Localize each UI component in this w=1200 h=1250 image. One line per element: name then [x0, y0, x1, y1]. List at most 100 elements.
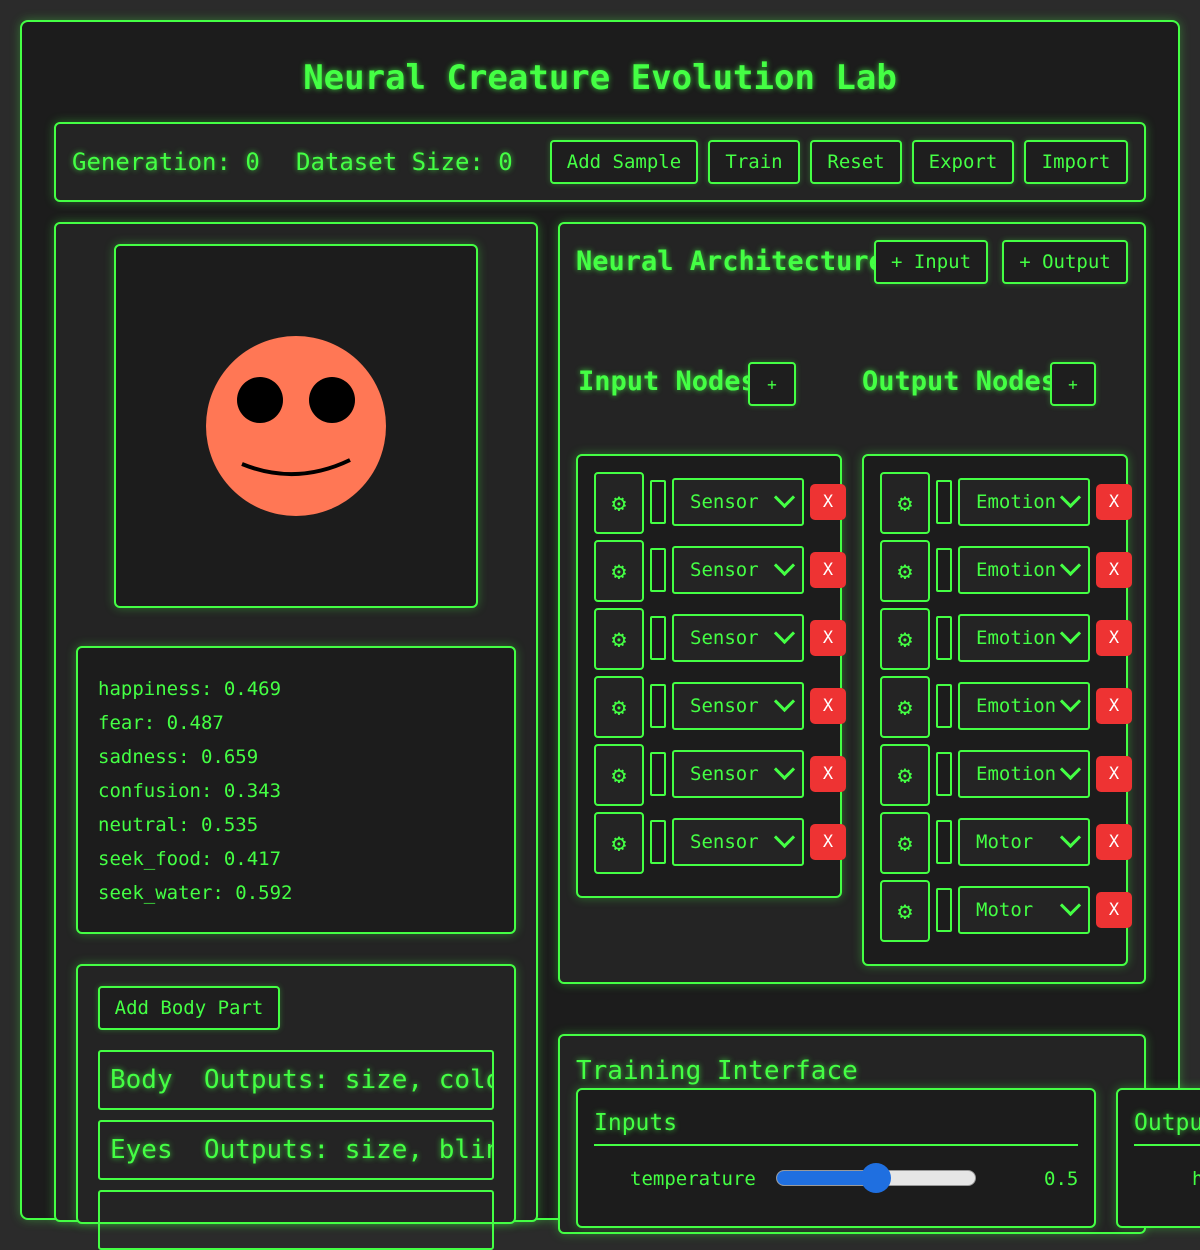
- generation-counter: Generation: 0: [72, 148, 260, 176]
- export-button[interactable]: Export: [912, 140, 1014, 184]
- input-nodes-title: Input Nodes: [578, 366, 757, 397]
- add-input-button[interactable]: + Input: [874, 240, 988, 284]
- body-part-row[interactable]: [98, 1190, 494, 1250]
- slider-value: 0.5: [1044, 1168, 1079, 1190]
- input-node-type-select[interactable]: Sensor: [672, 478, 804, 526]
- chevron-down-icon: [773, 758, 796, 781]
- node-activation-bar: [650, 820, 666, 864]
- remove-node-button[interactable]: X: [810, 756, 846, 792]
- remove-node-button[interactable]: X: [1096, 620, 1132, 656]
- node-settings-gear-icon[interactable]: ⚙: [594, 472, 644, 534]
- output-node-type-select[interactable]: Emotion: [958, 478, 1090, 526]
- emotion-value: confusion: 0.343: [98, 780, 282, 802]
- input-node-type-select[interactable]: Sensor: [672, 546, 804, 594]
- node-settings-gear-icon[interactable]: ⚙: [880, 608, 930, 670]
- remove-node-button[interactable]: X: [1096, 892, 1132, 928]
- remove-node-button[interactable]: X: [1096, 824, 1132, 860]
- node-settings-gear-icon[interactable]: ⚙: [880, 676, 930, 738]
- node-settings-gear-icon[interactable]: ⚙: [880, 812, 930, 874]
- emotion-value: neutral: 0.535: [98, 814, 259, 836]
- node-activation-bar: [650, 616, 666, 660]
- remove-node-button[interactable]: X: [810, 484, 846, 520]
- node-settings-gear-icon[interactable]: ⚙: [880, 880, 930, 942]
- remove-node-button[interactable]: X: [1096, 484, 1132, 520]
- input-node-type-select[interactable]: Sensor: [672, 818, 804, 866]
- remove-node-button[interactable]: X: [810, 824, 846, 860]
- node-activation-bar: [936, 480, 952, 524]
- chevron-down-icon: [1059, 690, 1082, 713]
- architecture-title: Neural Architecture: [576, 246, 885, 277]
- slider-label: temperature: [630, 1168, 756, 1190]
- slider-thumb[interactable]: [861, 1163, 891, 1193]
- remove-node-button[interactable]: X: [810, 552, 846, 588]
- add-output-button[interactable]: + Output: [1002, 240, 1128, 284]
- output-node-type-select[interactable]: Emotion: [958, 682, 1090, 730]
- reset-button[interactable]: Reset: [810, 140, 902, 184]
- output-node-type-select[interactable]: Motor: [958, 818, 1090, 866]
- chevron-down-icon: [1059, 758, 1082, 781]
- add-output-node-button[interactable]: +: [1050, 362, 1096, 406]
- node-activation-bar: [650, 752, 666, 796]
- node-settings-gear-icon[interactable]: ⚙: [594, 812, 644, 874]
- training-outputs-box: [1116, 1088, 1200, 1228]
- training-outputs-title: Outpu: [1134, 1110, 1200, 1136]
- add-sample-button[interactable]: Add Sample: [550, 140, 698, 184]
- right-eye: [309, 377, 355, 423]
- output-node-type-select[interactable]: Motor: [958, 886, 1090, 934]
- body-part-row[interactable]: Eyes Outputs: size, blink: [98, 1120, 494, 1180]
- remove-node-button[interactable]: X: [1096, 688, 1132, 724]
- training-inputs-title: Inputs: [594, 1110, 678, 1136]
- remove-node-button[interactable]: X: [1096, 756, 1132, 792]
- add-body-part-button[interactable]: Add Body Part: [98, 986, 280, 1030]
- output-node-type-select[interactable]: Emotion: [958, 750, 1090, 798]
- chevron-down-icon: [773, 486, 796, 509]
- node-settings-gear-icon[interactable]: ⚙: [880, 540, 930, 602]
- chevron-down-icon: [773, 826, 796, 849]
- node-activation-bar: [650, 684, 666, 728]
- input-node-type-select[interactable]: Sensor: [672, 682, 804, 730]
- chevron-down-icon: [1059, 826, 1082, 849]
- node-type-label: Sensor: [690, 831, 759, 853]
- node-settings-gear-icon[interactable]: ⚙: [594, 744, 644, 806]
- node-settings-gear-icon[interactable]: ⚙: [594, 540, 644, 602]
- training-inputs-box: [576, 1088, 1096, 1228]
- import-button[interactable]: Import: [1024, 140, 1128, 184]
- chevron-down-icon: [1059, 554, 1082, 577]
- emotion-value: seek_food: 0.417: [98, 848, 282, 870]
- node-activation-bar: [650, 548, 666, 592]
- train-button[interactable]: Train: [708, 140, 800, 184]
- node-activation-bar: [936, 548, 952, 592]
- body-part-row[interactable]: Body Outputs: size, color: [98, 1050, 494, 1110]
- output-nodes-title: Output Nodes: [862, 366, 1058, 397]
- node-activation-bar: [936, 616, 952, 660]
- node-activation-bar: [650, 480, 666, 524]
- chevron-down-icon: [1059, 894, 1082, 917]
- node-type-label: Emotion: [976, 491, 1057, 513]
- divider: [594, 1144, 1078, 1146]
- remove-node-button[interactable]: X: [810, 688, 846, 724]
- emotion-value: sadness: 0.659: [98, 746, 259, 768]
- node-settings-gear-icon[interactable]: ⚙: [880, 744, 930, 806]
- node-type-label: Sensor: [690, 695, 759, 717]
- chevron-down-icon: [1059, 622, 1082, 645]
- node-type-label: Emotion: [976, 695, 1057, 717]
- input-node-type-select[interactable]: Sensor: [672, 614, 804, 662]
- emotion-value: seek_water: 0.592: [98, 882, 293, 904]
- add-input-node-button[interactable]: +: [748, 362, 796, 406]
- input-node-type-select[interactable]: Sensor: [672, 750, 804, 798]
- temperature-slider[interactable]: [776, 1163, 976, 1193]
- remove-node-button[interactable]: X: [810, 620, 846, 656]
- node-settings-gear-icon[interactable]: ⚙: [594, 608, 644, 670]
- output-node-type-select[interactable]: Emotion: [958, 546, 1090, 594]
- creature-body: [206, 336, 386, 516]
- training-title: Training Interface: [576, 1056, 858, 1086]
- node-settings-gear-icon[interactable]: ⚙: [880, 472, 930, 534]
- node-type-label: Emotion: [976, 627, 1057, 649]
- emotion-value: fear: 0.487: [98, 712, 224, 734]
- node-settings-gear-icon[interactable]: ⚙: [594, 676, 644, 738]
- node-type-label: Sensor: [690, 559, 759, 581]
- node-activation-bar: [936, 888, 952, 932]
- node-type-label: Sensor: [690, 491, 759, 513]
- output-node-type-select[interactable]: Emotion: [958, 614, 1090, 662]
- remove-node-button[interactable]: X: [1096, 552, 1132, 588]
